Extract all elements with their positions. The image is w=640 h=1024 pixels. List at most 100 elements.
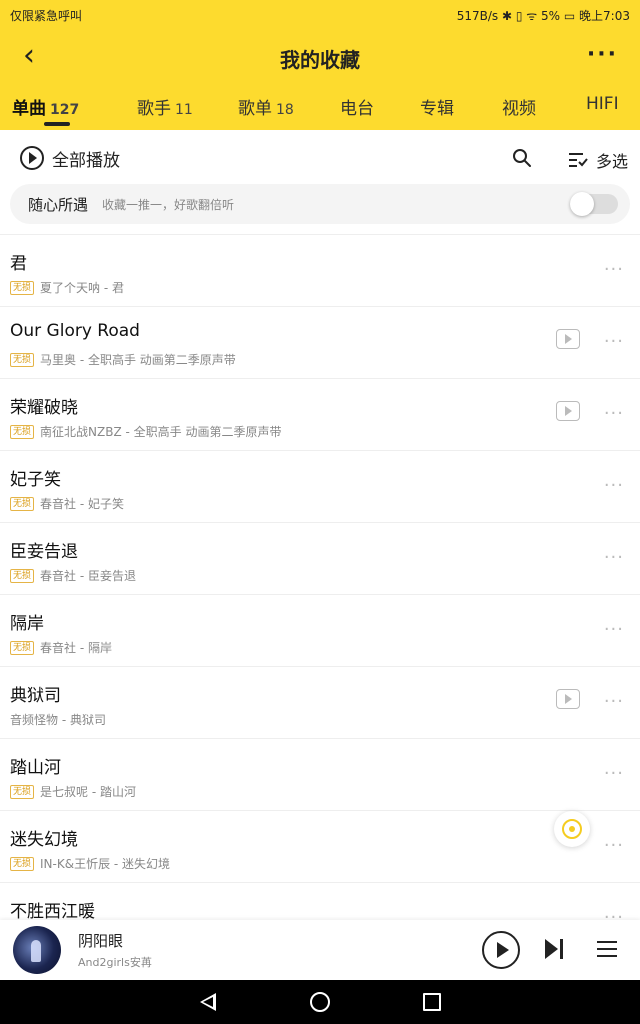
tab-active-indicator <box>44 122 70 126</box>
song-row[interactable]: 臣妾告退 无损 春音社 - 臣妾告退 ··· <box>0 523 640 595</box>
song-list: 君 无损 夏了个天呐 - 君 ··· Our Glory Road 无损 马里奥 -… <box>0 234 640 921</box>
more-dots-icon[interactable]: ··· <box>604 907 624 921</box>
mv-icon[interactable] <box>556 689 580 709</box>
song-title: 典狱司 <box>10 686 61 706</box>
more-dots-icon[interactable]: ··· <box>604 331 624 352</box>
song-artist-album: 南征北战NZBZ - 全职高手 动画第二季原声带 <box>40 425 282 439</box>
song-artist-album: 夏了个天呐 - 君 <box>40 281 124 295</box>
song-row[interactable]: Our Glory Road 无损 马里奥 - 全职高手 动画第二季原声带 ··· <box>0 307 640 379</box>
play-all-button[interactable]: 全部播放 <box>20 146 120 171</box>
status-right-text: 517B/s ✱ ▯ ᯤ 5% ▭ 晚上7:03 <box>456 9 630 23</box>
song-title: 迷失幻境 <box>10 830 78 850</box>
tab-bar: 单曲 127 歌手 11 歌单 18 电台 专辑 视频 HIFI <box>0 84 640 130</box>
tab-label: 视频 <box>502 99 536 119</box>
lossless-badge: 无损 <box>10 856 35 871</box>
toggle-knob <box>570 192 594 216</box>
back-arrow-icon[interactable]: ‹ <box>14 41 44 72</box>
play-circle-icon <box>20 146 44 170</box>
random-title: 随心所遇 <box>28 196 89 214</box>
song-artist-album: IN-K&王忻辰 - 迷失幻境 <box>40 857 171 871</box>
tab-radio[interactable]: 电台 <box>340 94 374 119</box>
tab-singers[interactable]: 歌手 11 <box>137 94 193 119</box>
multi-select-button[interactable]: 多选 <box>568 148 628 172</box>
random-subtitle: 收藏一推一，好歌翻倍听 <box>102 198 235 212</box>
tab-songs[interactable]: 单曲 127 <box>12 94 79 119</box>
page-title: 我的收藏 <box>280 48 360 72</box>
song-subtitle: 无损 春音社 - 臣妾告退 <box>10 567 136 584</box>
tab-hifi[interactable]: HIFI <box>586 94 619 114</box>
song-artist-album: 春音社 - 妃子笑 <box>40 497 124 511</box>
song-subtitle: 无损 是七叔呢 - 踏山河 <box>10 783 136 800</box>
nav-recents-icon[interactable] <box>423 993 441 1011</box>
tab-label: 单曲 <box>12 99 46 119</box>
song-subtitle: 无损 南征北战NZBZ - 全职高手 动画第二季原声带 <box>10 423 281 440</box>
song-row[interactable]: 典狱司 音频怪物 - 典狱司 ··· <box>0 667 640 739</box>
tab-count: 11 <box>175 102 193 118</box>
more-dots-icon[interactable]: ··· <box>604 835 624 856</box>
song-title: 不胜西江暖 <box>10 902 95 921</box>
song-title: 荣耀破晓 <box>10 398 78 418</box>
more-dots-icon[interactable]: ··· <box>604 763 624 784</box>
more-dots-icon[interactable]: ··· <box>604 259 624 280</box>
song-subtitle: 无损 马里奥 - 全职高手 动画第二季原声带 <box>10 351 236 368</box>
tab-albums[interactable]: 专辑 <box>420 94 454 119</box>
random-toggle[interactable] <box>570 192 618 216</box>
tab-label: 歌手 <box>137 99 171 119</box>
tab-count: 127 <box>50 102 80 118</box>
multi-select-label: 多选 <box>596 152 629 171</box>
album-cover[interactable] <box>13 926 61 974</box>
tab-playlists[interactable]: 歌单 18 <box>238 94 294 119</box>
nav-home-icon[interactable] <box>310 992 330 1012</box>
song-artist-album: 是七叔呢 - 踏山河 <box>40 785 136 799</box>
more-icon[interactable]: ··· <box>587 42 618 67</box>
song-artist-album: 春音社 - 隔岸 <box>40 641 112 655</box>
song-row[interactable]: 荣耀破晓 无损 南征北战NZBZ - 全职高手 动画第二季原声带 ··· <box>0 379 640 451</box>
mv-icon[interactable] <box>556 401 580 421</box>
song-row[interactable]: 踏山河 无损 是七叔呢 - 踏山河 ··· <box>0 739 640 811</box>
lossless-badge: 无损 <box>10 424 35 439</box>
song-subtitle: 音频怪物 - 典狱司 <box>10 711 106 728</box>
song-title: 踏山河 <box>10 758 61 778</box>
song-title: 妃子笑 <box>10 470 61 490</box>
play-icon[interactable] <box>482 931 520 969</box>
lossless-badge: 无损 <box>10 640 35 655</box>
title-bar: ‹ 我的收藏 ··· <box>0 30 640 84</box>
song-row[interactable]: 隔岸 无损 春音社 - 隔岸 ··· <box>0 595 640 667</box>
tab-videos[interactable]: 视频 <box>502 94 536 119</box>
random-discovery-bar[interactable]: 随心所遇 收藏一推一，好歌翻倍听 <box>10 184 630 224</box>
more-dots-icon[interactable]: ··· <box>604 403 624 424</box>
song-row[interactable]: 不胜西江暖 ··· <box>0 883 640 921</box>
status-left-text: 仅限紧急呼叫 <box>10 9 83 23</box>
now-playing-title: 阴阳眼 <box>78 932 124 950</box>
locate-current-song-button[interactable] <box>554 811 590 847</box>
tab-label: HIFI <box>586 94 619 114</box>
song-subtitle: 无损 春音社 - 隔岸 <box>10 639 112 656</box>
more-dots-icon[interactable]: ··· <box>604 547 624 568</box>
song-subtitle: 无损 夏了个天呐 - 君 <box>10 279 124 296</box>
search-icon[interactable] <box>512 148 532 168</box>
playlist-icon[interactable] <box>597 941 617 957</box>
lossless-badge: 无损 <box>10 352 35 367</box>
more-dots-icon[interactable]: ··· <box>604 619 624 640</box>
more-dots-icon[interactable]: ··· <box>604 691 624 712</box>
mini-player[interactable]: 阴阳眼 And2girls安苒 <box>0 920 640 980</box>
next-icon[interactable] <box>545 939 565 959</box>
song-row[interactable]: 迷失幻境 无损 IN-K&王忻辰 - 迷失幻境 ··· <box>0 811 640 883</box>
now-playing-artist: And2girls安苒 <box>78 956 152 969</box>
system-nav-bar <box>0 980 640 1024</box>
song-row[interactable]: 君 无损 夏了个天呐 - 君 ··· <box>0 235 640 307</box>
song-artist-album: 春音社 - 臣妾告退 <box>40 569 136 583</box>
lossless-badge: 无损 <box>10 496 35 511</box>
song-title: 臣妾告退 <box>10 542 78 562</box>
song-row[interactable]: 妃子笑 无损 春音社 - 妃子笑 ··· <box>0 451 640 523</box>
song-artist-album: 音频怪物 - 典狱司 <box>10 713 106 727</box>
more-dots-icon[interactable]: ··· <box>604 475 624 496</box>
nav-back-icon[interactable] <box>200 993 216 1011</box>
play-all-label: 全部播放 <box>52 150 120 171</box>
status-bar: 仅限紧急呼叫 517B/s ✱ ▯ ᯤ 5% ▭ 晚上7:03 <box>0 0 640 30</box>
song-subtitle: 无损 IN-K&王忻辰 - 迷失幻境 <box>10 855 170 872</box>
tab-count: 18 <box>276 102 294 118</box>
mv-icon[interactable] <box>556 329 580 349</box>
song-title: 隔岸 <box>10 614 44 634</box>
tab-label: 电台 <box>340 99 374 119</box>
